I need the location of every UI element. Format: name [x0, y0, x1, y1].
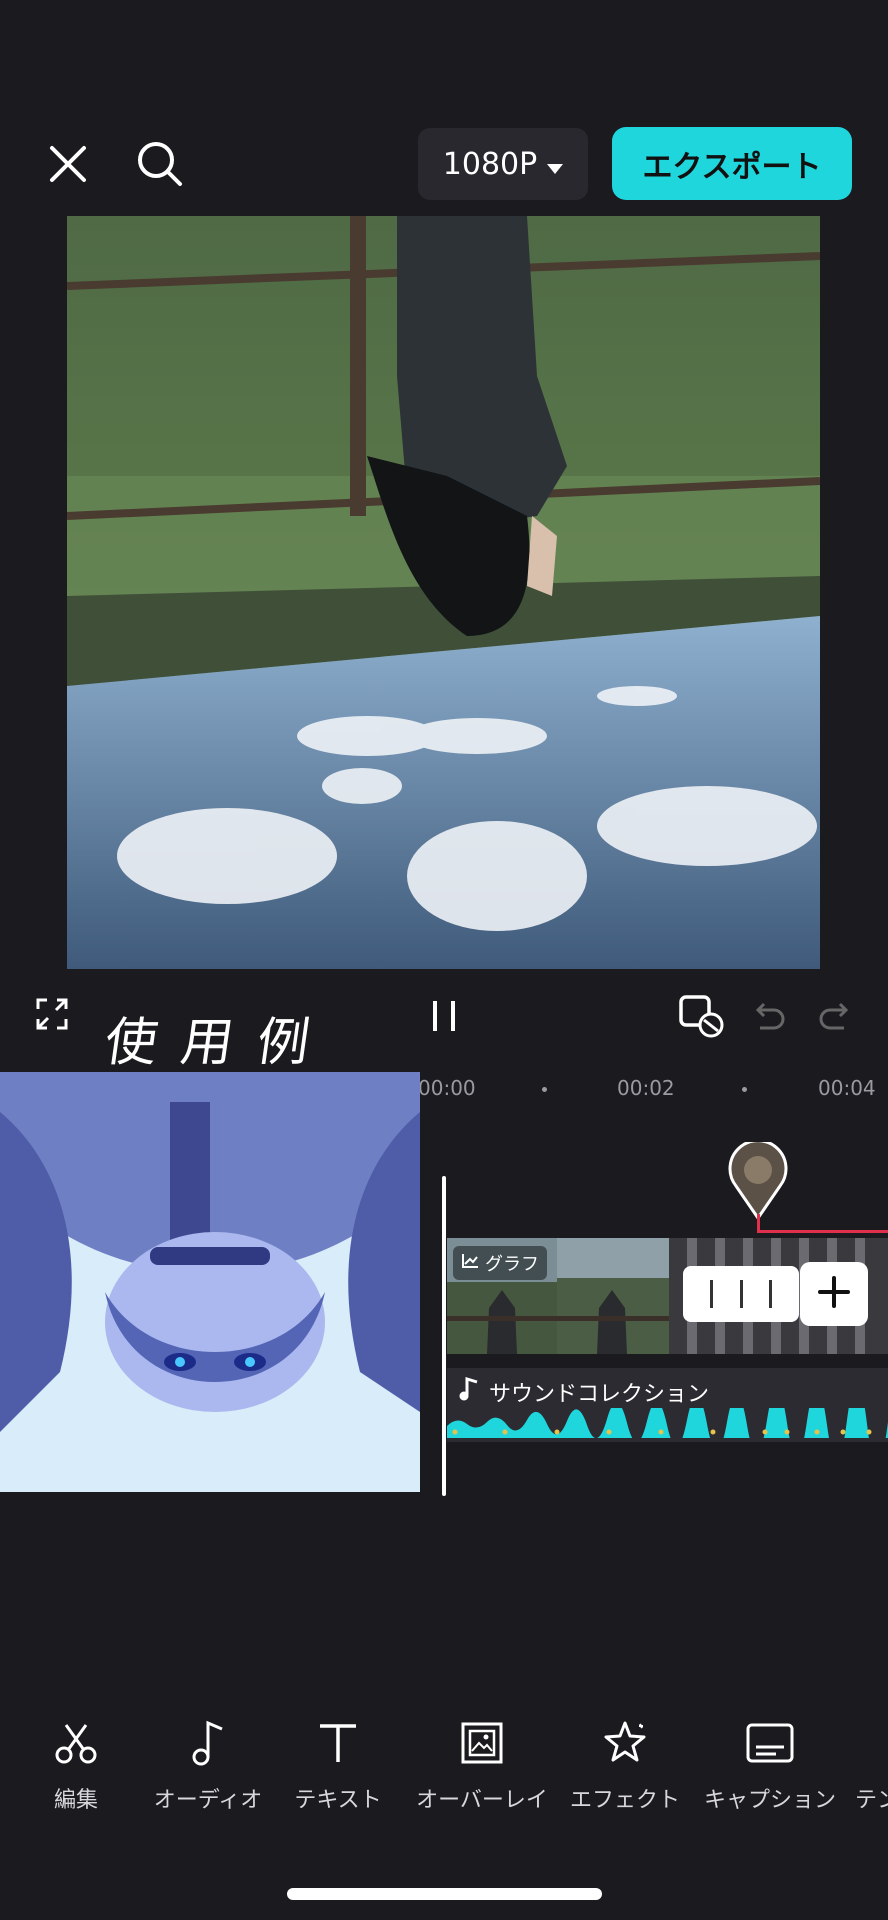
overlay-image	[0, 1072, 420, 1492]
tool-edit[interactable]: 編集	[6, 1716, 146, 1814]
home-indicator[interactable]	[287, 1888, 602, 1900]
pause-icon[interactable]	[426, 998, 462, 1034]
video-preview[interactable]	[67, 216, 820, 969]
ruler-dot	[542, 1087, 547, 1092]
undo-icon[interactable]	[748, 998, 788, 1036]
tool-template-label: テン	[855, 1788, 888, 1813]
tool-text-label: テキスト	[294, 1788, 382, 1813]
audio-label: サウンドコレクション	[459, 1376, 709, 1408]
close-icon[interactable]	[44, 140, 92, 188]
clip-label-text: グラフ	[485, 1254, 539, 1275]
playhead[interactable]	[442, 1176, 446, 1496]
music-note-icon	[181, 1716, 235, 1770]
tool-effect[interactable]: エフェクト	[555, 1716, 695, 1814]
effect-star-icon	[598, 1716, 652, 1770]
tool-caption[interactable]: キャプション	[700, 1716, 840, 1814]
plus-icon	[816, 1274, 852, 1314]
handle-bar	[769, 1280, 773, 1308]
handle-bar	[739, 1280, 743, 1308]
audio-label-text: サウンドコレクション	[489, 1382, 710, 1407]
timecode-2: 00:04	[818, 1076, 876, 1100]
scissors-icon	[49, 1716, 103, 1770]
add-clip-button[interactable]	[800, 1262, 868, 1326]
usage-example-handwriting: 使用例	[101, 1013, 338, 1073]
tool-text[interactable]: テキスト	[268, 1716, 408, 1814]
search-icon[interactable]	[134, 138, 186, 190]
tool-audio-label: オーディオ	[153, 1788, 263, 1813]
chart-icon	[461, 1253, 479, 1274]
timecode-0: 00:00	[418, 1076, 476, 1100]
caption-icon	[743, 1716, 797, 1770]
fullscreen-icon[interactable]	[34, 996, 70, 1032]
audio-waveform	[447, 1408, 888, 1438]
ruler-dot	[742, 1087, 747, 1092]
tool-caption-label: キャプション	[703, 1788, 836, 1813]
timecode-1: 00:02	[617, 1076, 675, 1100]
template-icon	[840, 1716, 888, 1770]
marker-line	[757, 1214, 888, 1233]
resolution-label: 1080P	[442, 146, 538, 182]
tool-edit-label: 編集	[53, 1788, 98, 1813]
tool-overlay[interactable]: オーバーレイ	[412, 1716, 552, 1814]
redo-icon[interactable]	[816, 998, 856, 1036]
tool-audio[interactable]: オーディオ	[138, 1716, 278, 1814]
keyframe-icon[interactable]	[674, 992, 726, 1040]
resolution-dropdown[interactable]: 1080P	[418, 128, 588, 200]
preview-image	[67, 216, 820, 969]
clip-label: グラフ	[453, 1246, 547, 1280]
audio-track[interactable]: サウンドコレクション	[447, 1368, 888, 1442]
overlay-icon	[455, 1716, 509, 1770]
text-icon	[311, 1716, 365, 1770]
caret-down-icon	[547, 147, 564, 182]
tool-template[interactable]: テン	[840, 1716, 888, 1814]
tool-overlay-label: オーバーレイ	[416, 1788, 548, 1813]
transition-handles[interactable]	[683, 1266, 799, 1322]
export-button[interactable]: エクスポート	[612, 127, 852, 200]
handle-bar	[709, 1280, 713, 1308]
marker-pin[interactable]	[728, 1139, 788, 1221]
video-editor-screen: 1080P エクスポート 使用例 00:00 00:02 00:04 グラフ サ…	[0, 0, 888, 1920]
tool-effect-label: エフェクト	[569, 1788, 680, 1813]
music-note-icon	[459, 1376, 479, 1407]
